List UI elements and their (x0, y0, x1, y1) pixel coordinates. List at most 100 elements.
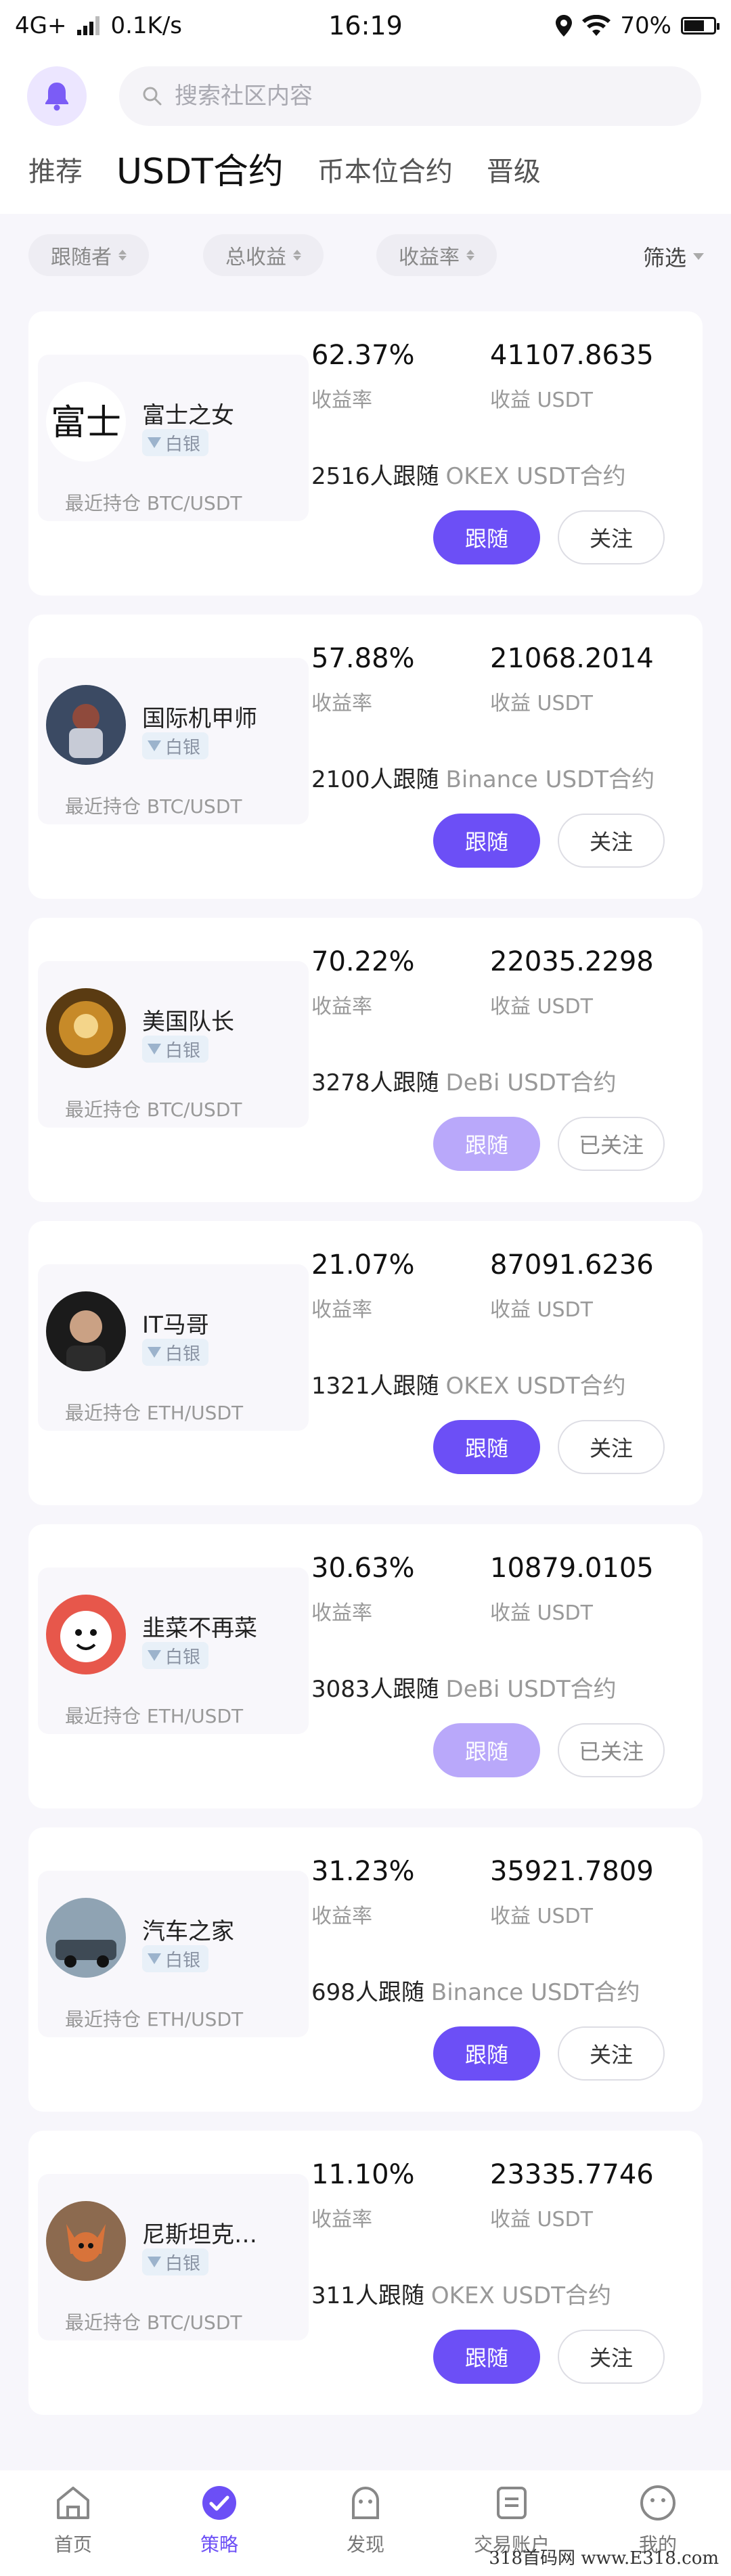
tab-promotion[interactable]: 晋级 (487, 145, 541, 199)
diamond-icon (148, 2257, 161, 2267)
nav-home[interactable]: 首页 (0, 2470, 146, 2576)
watch-button[interactable]: 已关注 (558, 1723, 665, 1777)
exchange-name: OKEX USDT合约 (445, 1373, 626, 1400)
level-badge: 白银 (142, 429, 209, 456)
profit-value: 23335.7746 (490, 2159, 654, 2190)
yield-value: 30.63% (311, 1553, 415, 1584)
tab-recommend[interactable]: 推荐 (28, 145, 83, 199)
follower-count: 311人跟随 (311, 2282, 424, 2309)
tab-usdt-contract[interactable]: USDT合约 (116, 145, 284, 199)
exchange-name: Binance USDT合约 (430, 1979, 640, 2006)
avatar[interactable] (46, 685, 126, 765)
yield-value: 31.23% (311, 1856, 415, 1887)
level-label: 白银 (165, 737, 201, 758)
sort-yield-chip[interactable]: 收益率 (376, 234, 497, 276)
trader-card[interactable]: 汽车之家 白银 最近持仓 ETH/USDT 31.23% 收益率 35921.7… (28, 1827, 703, 2112)
watch-button[interactable]: 关注 (558, 2330, 665, 2384)
nav-strategy-label: 策略 (200, 2533, 238, 2556)
yield-value: 70.22% (311, 946, 415, 977)
avatar[interactable] (46, 1595, 126, 1674)
follower-count: 2100人跟随 (311, 766, 439, 793)
tab-coin-contract[interactable]: 币本位合约 (317, 145, 453, 199)
nav-discover[interactable]: 发现 (292, 2470, 439, 2576)
sort-total-profit-chip[interactable]: 总收益 (203, 234, 324, 276)
trader-name: IT马哥 (142, 1312, 209, 1339)
profit-label: 收益 USDT (490, 995, 593, 1019)
diamond-icon (148, 1347, 161, 1358)
trader-profile[interactable]: 韭菜不再菜 白银 最近持仓 ETH/USDT (38, 1568, 309, 1734)
network-type: 4G+ (15, 12, 67, 39)
trader-card[interactable]: IT马哥 白银 最近持仓 ETH/USDT 21.07% 收益率 87091.6… (28, 1221, 703, 1505)
watch-button[interactable]: 关注 (558, 510, 665, 564)
watch-button[interactable]: 关注 (558, 814, 665, 868)
yield-label: 收益率 (311, 692, 372, 715)
profile-icon (640, 2485, 675, 2521)
follow-button[interactable]: 跟随 (433, 2026, 540, 2081)
avatar[interactable] (46, 1898, 126, 1978)
followers-info: 311人跟随 OKEX USDT合约 (311, 2277, 611, 2310)
filter-button[interactable]: 筛选 (643, 241, 704, 272)
avatar[interactable] (46, 1291, 126, 1371)
search-bar[interactable] (119, 66, 701, 126)
notification-button[interactable] (27, 66, 87, 126)
yield-label: 收益率 (311, 2208, 372, 2231)
nav-strategy[interactable]: 策略 (146, 2470, 292, 2576)
search-icon (143, 87, 162, 106)
followers-info: 3278人跟随 DeBi USDT合约 (311, 1064, 617, 1097)
yield-value: 57.88% (311, 643, 415, 674)
trader-card[interactable]: 尼斯坦克… 白银 最近持仓 BTC/USDT 11.10% 收益率 23335.… (28, 2131, 703, 2415)
avatar[interactable] (46, 2201, 126, 2281)
avatar[interactable] (46, 988, 126, 1068)
battery-percent: 70% (620, 12, 671, 39)
diamond-icon (148, 1953, 161, 1964)
trader-profile[interactable]: 国际机甲师 白银 最近持仓 BTC/USDT (38, 658, 309, 824)
search-input[interactable] (175, 83, 648, 110)
sort-icon (293, 250, 301, 261)
followers-info: 2100人跟随 Binance USDT合约 (311, 761, 655, 794)
sort-icon (118, 250, 127, 261)
profit-label: 收益 USDT (490, 1905, 593, 1928)
trader-card[interactable]: 富士 富士之女 白银 最近持仓 BTC/USDT 62.37% 收益率 4110… (28, 311, 703, 596)
follow-button[interactable]: 跟随 (433, 814, 540, 868)
profit-value: 41107.8635 (490, 340, 654, 371)
yield-label: 收益率 (311, 1905, 372, 1928)
exchange-name: DeBi USDT合约 (445, 1676, 617, 1703)
trader-card[interactable]: 美国队长 白银 最近持仓 BTC/USDT 70.22% 收益率 22035.2… (28, 918, 703, 1202)
avatar[interactable]: 富士 (46, 382, 126, 462)
trader-profile[interactable]: 汽车之家 白银 最近持仓 ETH/USDT (38, 1871, 309, 2037)
trader-card[interactable]: 韭菜不再菜 白银 最近持仓 ETH/USDT 30.63% 收益率 10879.… (28, 1524, 703, 1808)
follow-button[interactable]: 跟随 (433, 2330, 540, 2384)
trader-profile[interactable]: 富士 富士之女 白银 最近持仓 BTC/USDT (38, 355, 309, 521)
follow-button[interactable]: 跟随 (433, 1723, 540, 1777)
follow-button[interactable]: 跟随 (433, 510, 540, 564)
profit-label: 收益 USDT (490, 692, 593, 715)
follower-count: 698人跟随 (311, 1979, 424, 2006)
yield-label: 收益率 (311, 995, 372, 1019)
yield-label: 收益率 (311, 1601, 372, 1625)
svg-text:富士: 富士 (51, 403, 121, 443)
follow-button[interactable]: 跟随 (433, 1420, 540, 1474)
trader-profile[interactable]: IT马哥 白银 最近持仓 ETH/USDT (38, 1264, 309, 1431)
trader-name: 汽车之家 (142, 1918, 234, 1945)
level-badge: 白银 (142, 1642, 209, 1669)
level-label: 白银 (165, 1343, 201, 1364)
yield-value: 21.07% (311, 1249, 415, 1281)
trader-profile[interactable]: 美国队长 白银 最近持仓 BTC/USDT (38, 961, 309, 1128)
trader-profile[interactable]: 尼斯坦克… 白银 最近持仓 BTC/USDT (38, 2174, 309, 2340)
filter-bar: 跟随者 总收益 收益率 筛选 (0, 214, 731, 295)
watch-button[interactable]: 关注 (558, 1420, 665, 1474)
follow-button[interactable]: 跟随 (433, 1117, 540, 1171)
watch-button[interactable]: 关注 (558, 2026, 665, 2081)
sort-total-profit-label: 总收益 (225, 246, 286, 269)
trader-card[interactable]: 国际机甲师 白银 最近持仓 BTC/USDT 57.88% 收益率 21068.… (28, 615, 703, 899)
clock: 16:19 (328, 11, 403, 41)
followers-info: 2516人跟随 OKEX USDT合约 (311, 458, 626, 491)
contract-tabs: 推荐 USDT合约 币本位合约 晋级 (28, 145, 541, 199)
sort-followers-chip[interactable]: 跟随者 (28, 234, 149, 276)
diamond-icon (148, 1044, 161, 1054)
exchange-name: Binance USDT合约 (445, 766, 655, 793)
nav-home-label: 首页 (53, 2533, 92, 2556)
watch-button[interactable]: 已关注 (558, 1117, 665, 1171)
recent-holding: 最近持仓 BTC/USDT (65, 795, 242, 818)
location-icon (556, 15, 573, 37)
